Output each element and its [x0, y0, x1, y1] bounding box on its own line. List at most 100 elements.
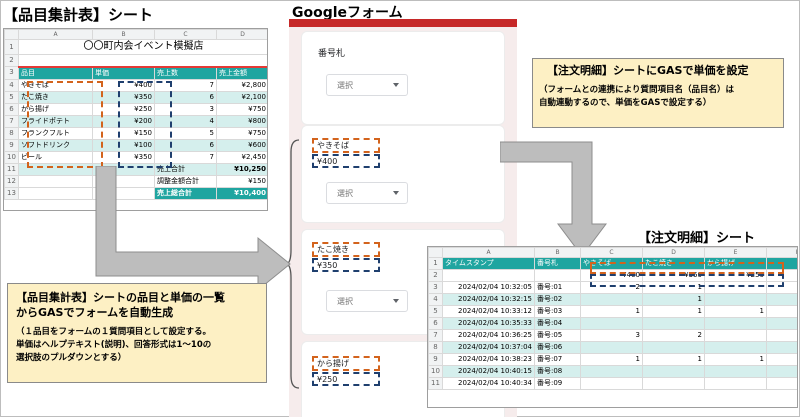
timestamp-cell[interactable]: 2024/02/04 10:33:12	[442, 305, 535, 318]
row-number[interactable]: 12	[4, 174, 19, 188]
col-letter[interactable]: A	[442, 247, 535, 258]
timestamp-cell[interactable]: 2024/02/04 10:40:15	[442, 365, 535, 378]
row-number[interactable]: 11	[428, 377, 443, 390]
timestamp-cell[interactable]: 2024/02/04 10:32:05	[442, 281, 535, 294]
col-letter[interactable]: B	[534, 247, 581, 258]
ticket-number-cell[interactable]: 番号:02	[534, 293, 581, 306]
row-number[interactable]: 9	[428, 353, 443, 366]
row-number[interactable]: 9	[4, 138, 19, 152]
empty-cell[interactable]	[766, 293, 797, 306]
empty-cell[interactable]	[766, 377, 797, 390]
ticket-number-cell[interactable]: 番号:03	[534, 305, 581, 318]
row-number[interactable]: 7	[4, 114, 19, 128]
empty-cell[interactable]	[766, 305, 797, 318]
timestamp-cell[interactable]: 2024/02/04 10:40:34	[442, 377, 535, 390]
qty-cell[interactable]	[642, 317, 705, 330]
header-cell[interactable]: 売上数	[154, 66, 217, 80]
qty-cell[interactable]: 1	[704, 353, 767, 366]
qty-cell[interactable]	[580, 293, 643, 306]
row-number[interactable]: 2	[4, 54, 19, 67]
divider-cell[interactable]	[18, 54, 267, 68]
ticket-number-cell[interactable]: 番号:06	[534, 341, 581, 354]
col-letter[interactable]: F	[766, 247, 797, 258]
timestamp-cell[interactable]: 2024/02/04 10:35:33	[442, 317, 535, 330]
row-number[interactable]: 5	[4, 90, 19, 104]
qty-cell[interactable]	[580, 341, 643, 354]
qty-cell[interactable]	[580, 317, 643, 330]
col-letter[interactable]: C	[580, 247, 643, 258]
qty-cell[interactable]	[642, 341, 705, 354]
row-number[interactable]: 4	[428, 293, 443, 306]
item-amount-cell[interactable]: ¥2,800	[216, 78, 267, 92]
col-letter[interactable]: D	[216, 29, 267, 40]
row-number[interactable]: 2	[428, 269, 443, 282]
row-number[interactable]: 6	[4, 102, 19, 116]
col-letter[interactable]: A	[18, 29, 93, 40]
row-number[interactable]: 10	[4, 150, 19, 164]
qty-cell[interactable]	[580, 365, 643, 378]
qty-cell[interactable]	[704, 329, 767, 342]
quantity-select[interactable]: 選択	[326, 182, 408, 204]
row-number[interactable]: 10	[428, 365, 443, 378]
header-cell[interactable]: 品目	[18, 66, 93, 80]
qty-cell[interactable]: 1	[580, 353, 643, 366]
row-number[interactable]: 6	[428, 317, 443, 330]
empty-cell[interactable]	[766, 317, 797, 330]
event-title-cell[interactable]: 〇〇町内会イベント模擬店	[18, 39, 267, 55]
qty-cell[interactable]	[704, 365, 767, 378]
timestamp-cell[interactable]: 2024/02/04 10:37:04	[442, 341, 535, 354]
qty-cell[interactable]	[642, 377, 705, 390]
row-number[interactable]: 13	[4, 186, 19, 200]
timestamp-cell[interactable]: 2024/02/04 10:32:15	[442, 293, 535, 306]
col-letter[interactable]: E	[704, 247, 767, 258]
col-letter[interactable]: C	[154, 29, 217, 40]
qty-cell[interactable]	[704, 293, 767, 306]
qty-cell[interactable]: 1	[642, 293, 705, 306]
empty-cell[interactable]	[766, 341, 797, 354]
empty-cell[interactable]	[766, 365, 797, 378]
col-letter[interactable]: D	[642, 247, 705, 258]
ticket-number-cell[interactable]: 番号:09	[534, 377, 581, 390]
number-select[interactable]: 選択	[326, 74, 408, 96]
qty-cell[interactable]	[580, 377, 643, 390]
item-amount-cell[interactable]: ¥750	[216, 126, 267, 140]
item-amount-cell[interactable]: ¥800	[216, 114, 267, 128]
row-number[interactable]: 5	[428, 305, 443, 318]
ticket-number-cell[interactable]: 番号:04	[534, 317, 581, 330]
item-amount-cell[interactable]: ¥2,100	[216, 90, 267, 104]
empty-cell[interactable]	[766, 353, 797, 366]
timestamp-cell[interactable]: 2024/02/04 10:38:23	[442, 353, 535, 366]
ticket-number-cell[interactable]: 番号:08	[534, 365, 581, 378]
qty-cell[interactable]: 3	[580, 329, 643, 342]
ticket-number-cell[interactable]: 番号:07	[534, 353, 581, 366]
row-number[interactable]: 1	[4, 39, 19, 55]
qty-cell[interactable]	[704, 377, 767, 390]
header-cell[interactable]: タイムスタンプ	[442, 257, 535, 270]
quantity-select[interactable]: 選択	[326, 290, 408, 312]
row-number[interactable]: 3	[4, 66, 19, 80]
qty-cell[interactable]	[642, 365, 705, 378]
row-number[interactable]: 11	[4, 162, 19, 176]
row-number[interactable]: 8	[428, 341, 443, 354]
ticket-number-cell[interactable]: 番号:05	[534, 329, 581, 342]
qty-cell[interactable]: 1	[580, 305, 643, 318]
row-number[interactable]: 4	[4, 78, 19, 92]
qty-cell[interactable]	[704, 341, 767, 354]
timestamp-cell[interactable]: 2024/02/04 10:36:25	[442, 329, 535, 342]
qty-cell[interactable]: 2	[642, 329, 705, 342]
qty-cell[interactable]: 1	[642, 353, 705, 366]
qty-cell[interactable]: 1	[704, 305, 767, 318]
row-number[interactable]: 3	[428, 281, 443, 294]
row-number[interactable]: 8	[4, 126, 19, 140]
qty-cell[interactable]	[704, 317, 767, 330]
ticket-number-cell[interactable]: 番号:01	[534, 281, 581, 294]
header-cell[interactable]: 番号札	[534, 257, 581, 270]
header-cell[interactable]: 売上金額	[216, 66, 267, 80]
col-letter[interactable]: B	[92, 29, 155, 40]
empty-cell[interactable]	[766, 329, 797, 342]
item-amount-cell[interactable]: ¥750	[216, 102, 267, 116]
row-number[interactable]: 7	[428, 329, 443, 342]
row-number[interactable]: 1	[428, 257, 443, 270]
qty-cell[interactable]: 1	[642, 305, 705, 318]
item-amount-cell[interactable]: ¥600	[216, 138, 267, 152]
